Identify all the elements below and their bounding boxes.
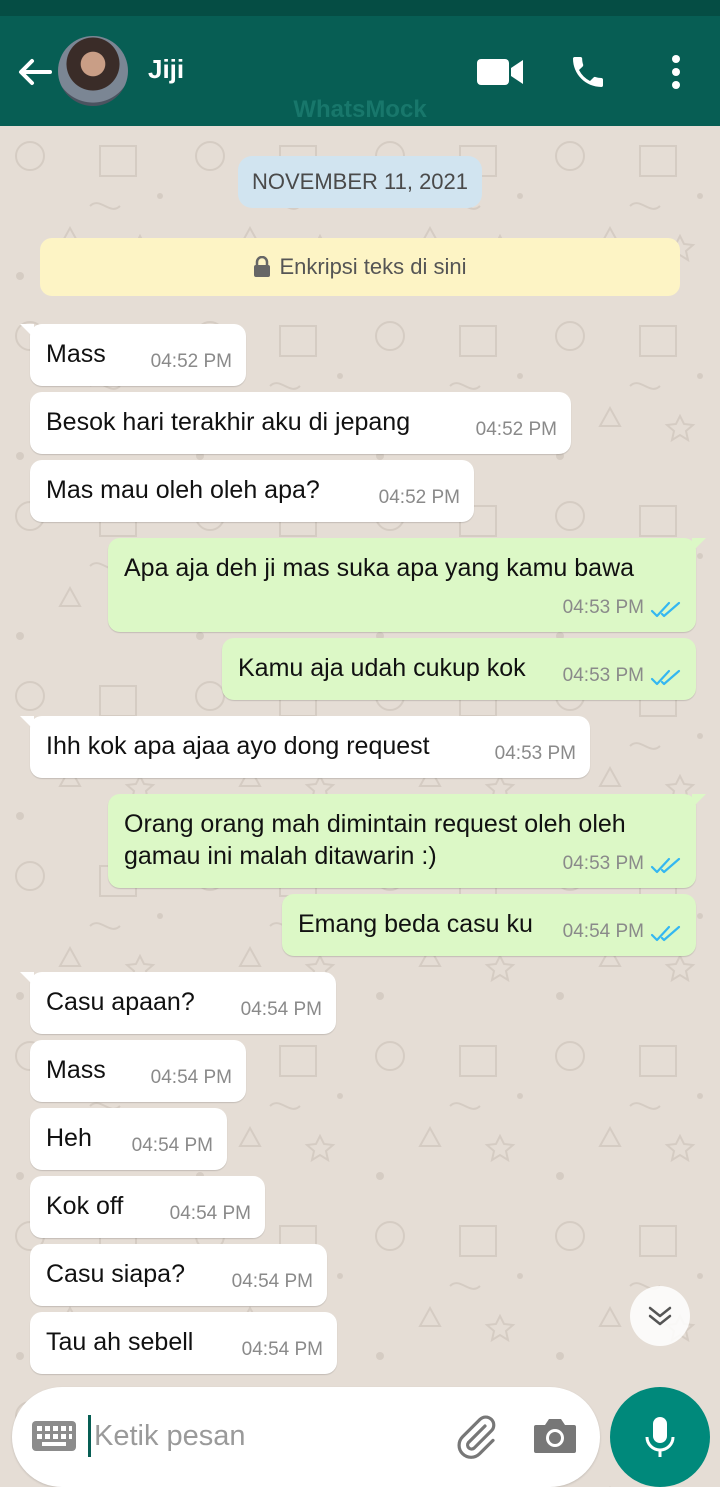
message-time: 04:52 PM [475, 419, 557, 440]
contact-name[interactable]: Jiji [148, 54, 184, 85]
video-call-icon[interactable] [476, 50, 524, 94]
message-time: 04:54 PM [169, 1203, 251, 1224]
message-time: 04:54 PM [131, 1135, 213, 1156]
incoming-message[interactable]: Kok off 04:54 PM [30, 1176, 265, 1238]
message-time: 04:54 PM [562, 921, 644, 942]
message-text: Mass [46, 1056, 106, 1084]
bubble-tail [20, 716, 34, 730]
bubble-tail [692, 794, 706, 808]
message-text: Mass [46, 340, 106, 368]
message-text: Heh [46, 1124, 92, 1152]
incoming-message[interactable]: Casu siapa? 04:54 PM [30, 1244, 327, 1306]
incoming-message[interactable]: Mass 04:54 PM [30, 1040, 246, 1102]
bubble-tail [20, 972, 34, 986]
message-time: 04:53 PM [562, 853, 644, 874]
message-text: Apa aja deh ji mas suka apa yang kamu ba… [124, 554, 635, 582]
date-chip: NOVEMBER 11, 2021 [238, 156, 482, 208]
incoming-message[interactable]: Heh 04:54 PM [30, 1108, 227, 1170]
status-bar [0, 0, 720, 16]
message-time: 04:53 PM [562, 597, 644, 618]
read-ticks-icon [650, 601, 681, 618]
camera-icon[interactable] [532, 1415, 578, 1459]
keyboard-icon[interactable] [32, 1421, 76, 1451]
message-time: 04:54 PM [231, 1271, 313, 1292]
message-text: Ihh kok apa ajaa ayo dong request [46, 732, 430, 760]
read-ticks-icon [650, 669, 681, 686]
encryption-notice[interactable]: Enkripsi teks di sini [40, 238, 680, 296]
chat-area[interactable]: NOVEMBER 11, 2021 Enkripsi teks di sini … [0, 126, 720, 1487]
message-text: Mas mau oleh oleh apa? [46, 476, 320, 504]
text-cursor [88, 1415, 91, 1457]
message-time: 04:53 PM [494, 743, 576, 764]
phone-icon[interactable] [564, 50, 612, 94]
message-input[interactable] [94, 1411, 434, 1461]
read-ticks-icon [650, 857, 681, 874]
message-time: 04:52 PM [150, 351, 232, 372]
read-ticks-icon [650, 925, 681, 942]
more-vert-icon[interactable] [652, 50, 700, 94]
app-watermark: WhatsMock [293, 96, 427, 123]
mic-button[interactable] [610, 1387, 710, 1487]
message-time: 04:54 PM [150, 1067, 232, 1088]
message-text: Emang beda casu ku [298, 910, 533, 938]
message-text: Kok off [46, 1192, 124, 1220]
lock-icon [254, 256, 271, 277]
incoming-message[interactable]: Ihh kok apa ajaa ayo dong request 04:53 P… [20, 716, 590, 778]
encryption-text: Enkripsi teks di sini [279, 254, 467, 279]
message-time: 04:54 PM [241, 1339, 323, 1360]
bubble-tail [20, 324, 34, 338]
chevron-double-down-icon[interactable] [630, 1286, 690, 1346]
message-text: Orang orang mah dimintain request oleh o… [124, 810, 626, 870]
incoming-message[interactable]: Besok hari terakhir aku di jepang 04:52 P… [30, 392, 571, 454]
incoming-message[interactable]: Casu apaan? 04:54 PM [20, 972, 336, 1034]
paperclip-icon[interactable] [452, 1413, 500, 1461]
message-text: Kamu aja udah cukup kok [238, 654, 526, 682]
message-text: Tau ah sebell [46, 1328, 194, 1356]
message-text: Besok hari terakhir aku di jepang [46, 408, 411, 436]
mic-icon [645, 1417, 675, 1457]
outgoing-message[interactable]: Emang beda casu ku 04:54 PM [282, 894, 696, 956]
message-time: 04:52 PM [378, 487, 460, 508]
outgoing-message[interactable]: Kamu aja udah cukup kok 04:53 PM [222, 638, 696, 700]
outgoing-message[interactable]: Apa aja deh ji mas suka apa yang kamu ba… [108, 538, 706, 632]
message-composer [12, 1387, 600, 1487]
incoming-message[interactable]: Mass 04:52 PM [20, 324, 246, 386]
message-text: Casu siapa? [46, 1260, 185, 1288]
outgoing-message[interactable]: Orang orang mah dimintain request oleh o… [108, 794, 706, 888]
message-time: 04:53 PM [562, 665, 644, 686]
chat-header: Jiji WhatsMock [0, 16, 720, 126]
bubble-tail [692, 538, 706, 552]
incoming-message[interactable]: Mas mau oleh oleh apa? 04:52 PM [30, 460, 474, 522]
message-time: 04:54 PM [240, 999, 322, 1020]
message-text: Casu apaan? [46, 988, 195, 1016]
incoming-message[interactable]: Tau ah sebell 04:54 PM [30, 1312, 337, 1374]
arrow-left-icon[interactable] [14, 52, 54, 92]
